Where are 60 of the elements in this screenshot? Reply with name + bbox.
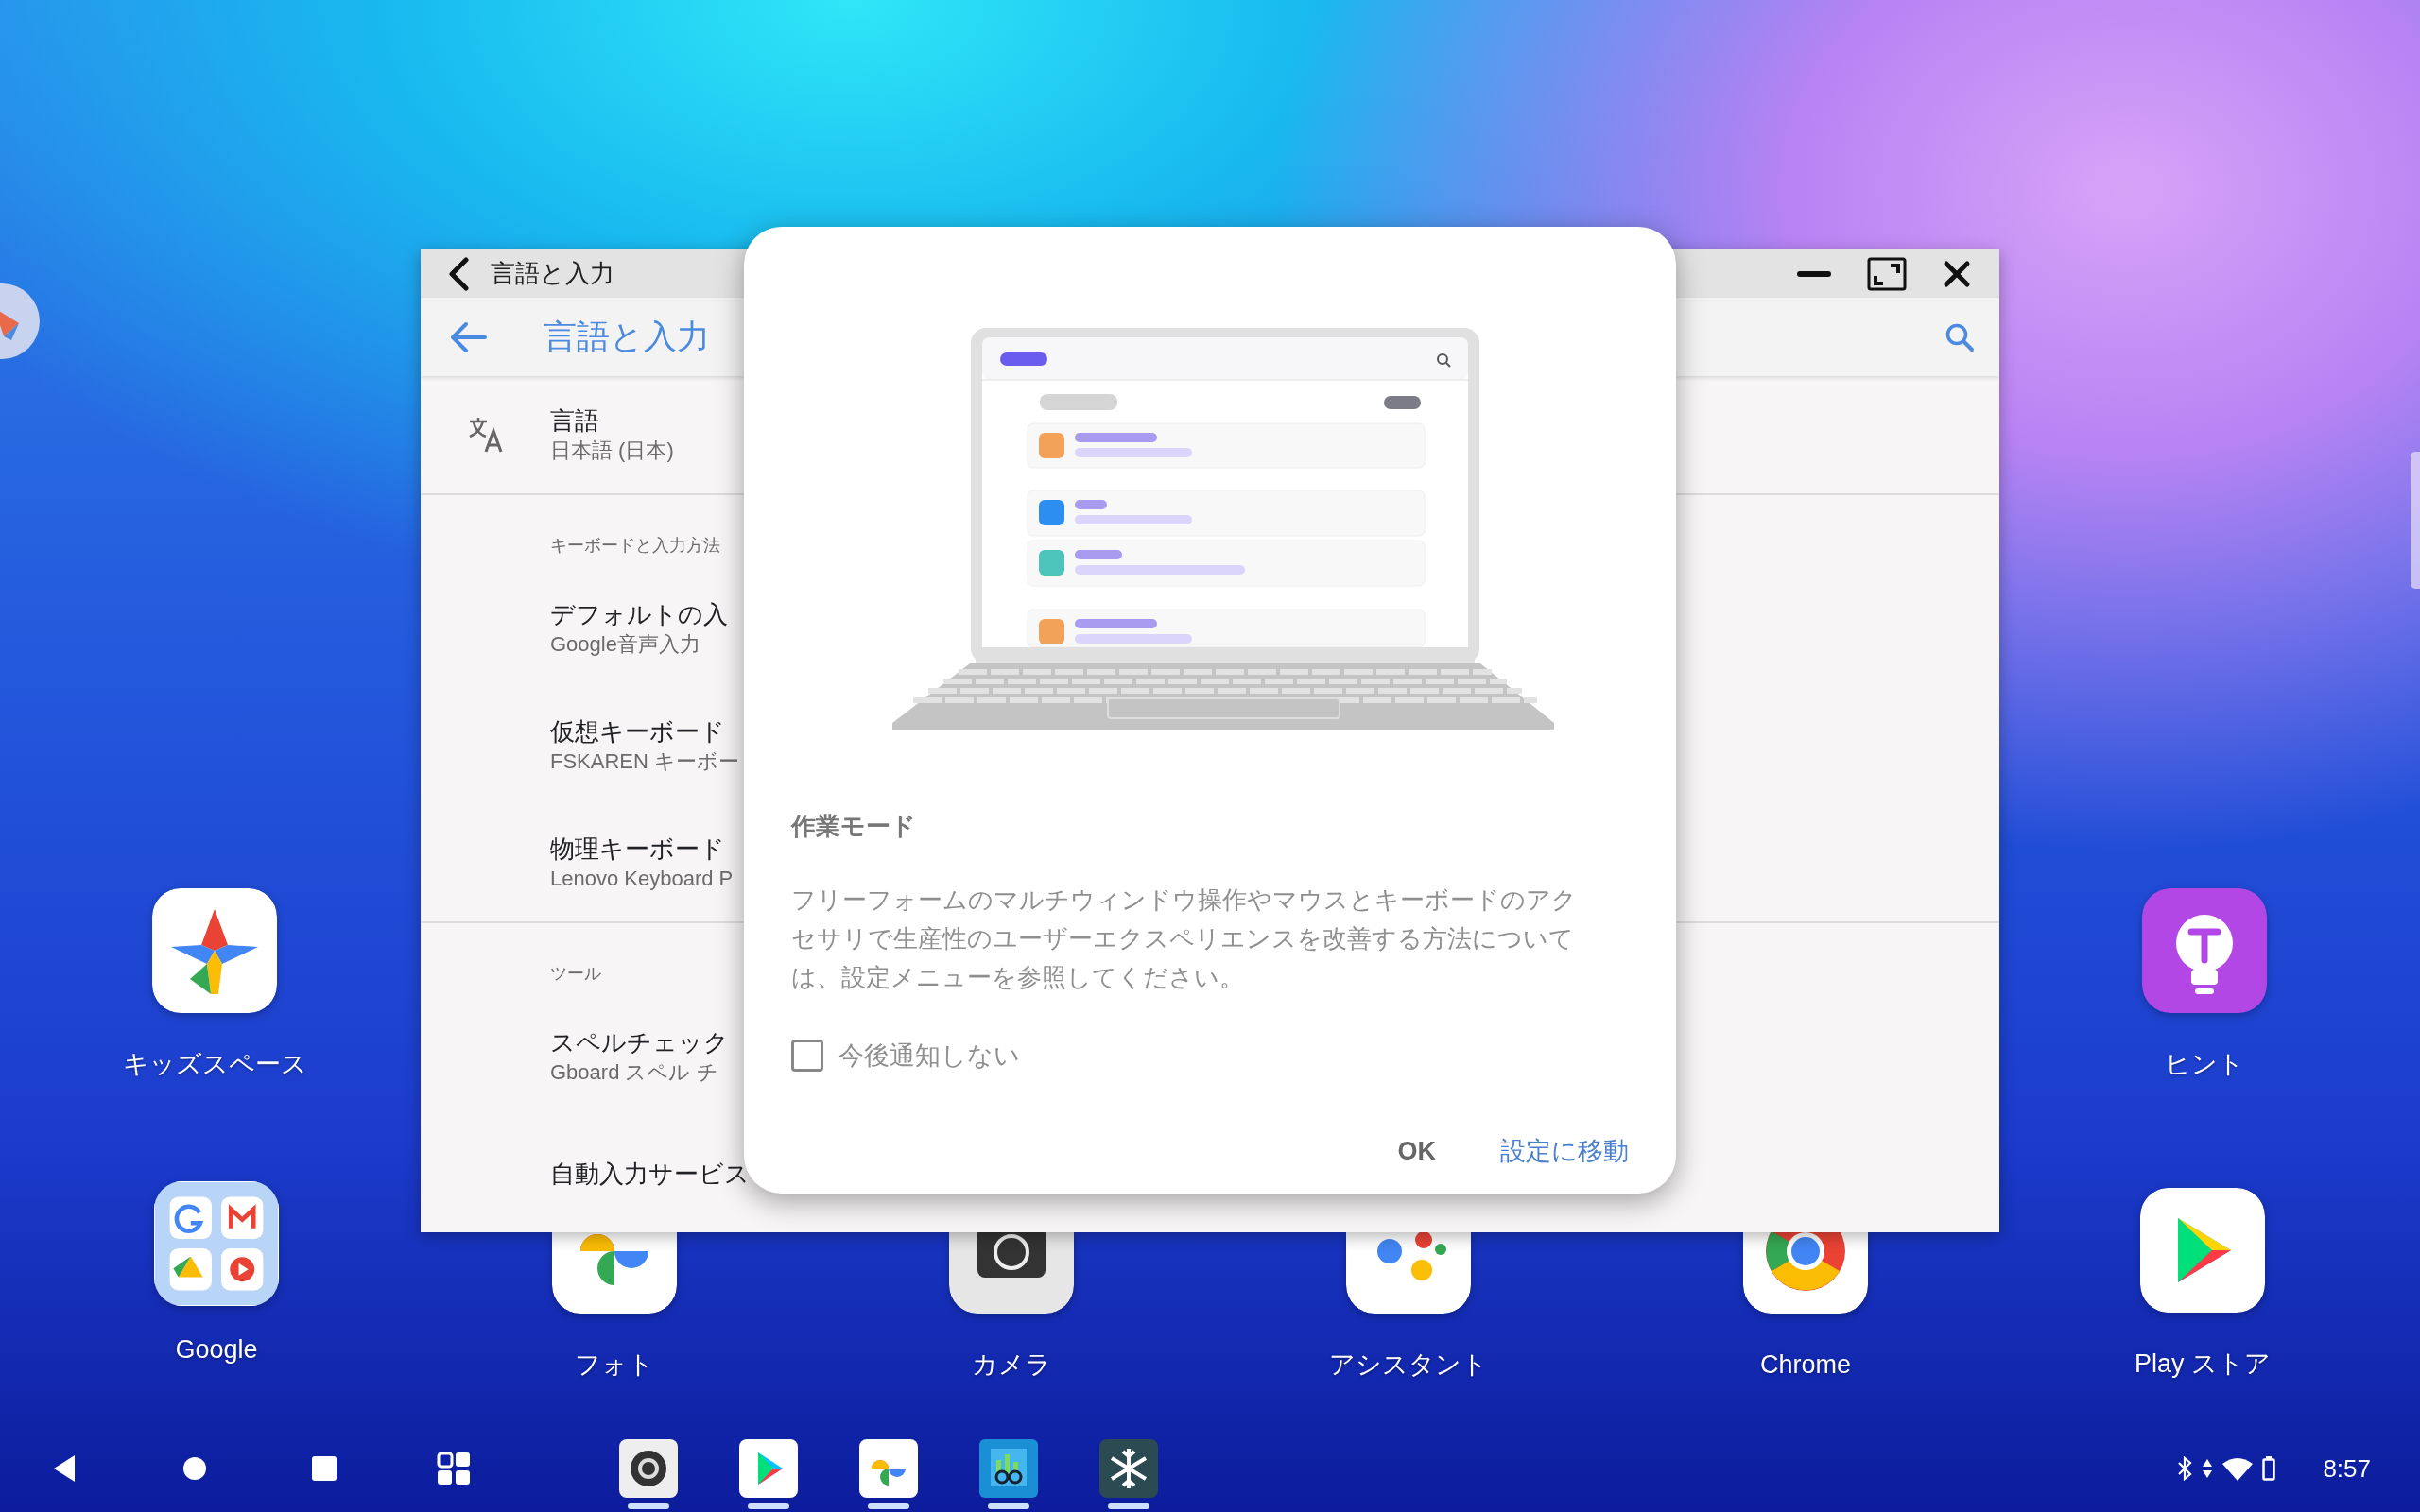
- app-label: フォト: [575, 1349, 654, 1381]
- browser-app-icon[interactable]: [1743, 1232, 1868, 1314]
- running-indicator: [1107, 1503, 1150, 1509]
- back-chevron-icon[interactable]: [447, 256, 470, 291]
- wifi-icon: [2222, 1456, 2254, 1481]
- item-title: 物理キーボード: [550, 833, 726, 865]
- minimize-icon[interactable]: [1797, 268, 1831, 279]
- lightbulb-app-icon[interactable]: [2142, 888, 2267, 1013]
- app-label: Google: [175, 1334, 258, 1366]
- go-to-settings-button[interactable]: 設定に移動: [1500, 1124, 1629, 1177]
- app-label: ヒント: [2165, 1049, 2244, 1080]
- kids-space-app-icon[interactable]: [152, 888, 277, 1013]
- item-subtitle: 日本語 (日本): [550, 438, 674, 464]
- snowflake-app-icon[interactable]: [1098, 1439, 1158, 1498]
- floating-bubble-icon[interactable]: [0, 282, 42, 361]
- item-title: 仮想キーボード: [550, 716, 726, 747]
- item-subtitle: Google音声入力: [550, 631, 701, 658]
- app-bar-title: 言語と入力: [544, 317, 710, 357]
- search-icon[interactable]: [1945, 321, 1975, 352]
- item-subtitle: Lenovo Keyboard P: [550, 866, 734, 892]
- maximize-icon[interactable]: [1867, 256, 1907, 291]
- battery-icon: [2262, 1456, 2276, 1481]
- chart-glasses-app-icon[interactable]: [978, 1439, 1038, 1498]
- item-title: 言語: [550, 405, 600, 437]
- item-title: スペルチェック: [550, 1027, 729, 1058]
- gear-app-icon[interactable]: [618, 1439, 678, 1498]
- close-icon[interactable]: [1943, 259, 1971, 288]
- section-header: ツール: [550, 963, 601, 985]
- checkbox-label: 今後通知しない: [838, 1040, 1020, 1072]
- checkbox[interactable]: [791, 1040, 823, 1073]
- pinwheel-app-icon[interactable]: [858, 1439, 918, 1498]
- running-indicator: [987, 1503, 1029, 1509]
- running-indicator: [747, 1503, 789, 1509]
- clock-time: 8:57: [2323, 1452, 2371, 1485]
- item-subtitle: FSKAREN キーボー: [550, 748, 740, 775]
- app-folder-icon[interactable]: [154, 1181, 279, 1306]
- triangle-app-icon[interactable]: [738, 1439, 798, 1498]
- item-subtitle: Gboard スペル チ: [550, 1059, 719, 1086]
- app-label: アシスタント: [1329, 1349, 1488, 1381]
- app-label: Chrome: [1760, 1349, 1851, 1381]
- running-indicator: [627, 1503, 669, 1509]
- bluetooth-icon: [2177, 1456, 2193, 1481]
- window-title: 言語と入力: [491, 258, 614, 290]
- app-label: カメラ: [972, 1349, 1051, 1381]
- app-label: キッズスペース: [122, 1049, 307, 1080]
- edge-handle[interactable]: [2411, 452, 2420, 589]
- dialog-title: 作業モード: [791, 811, 916, 842]
- app-label: Play ストア: [2135, 1349, 2271, 1380]
- settings-item[interactable]: 言語 日本語 (日本): [421, 376, 1999, 493]
- item-title: デフォルトの入: [550, 599, 728, 630]
- section-header: キーボードと入力方法: [550, 535, 720, 557]
- data-arrows-icon: [2202, 1457, 2214, 1480]
- pinwheel-app-icon[interactable]: [552, 1232, 677, 1314]
- running-indicator: [867, 1503, 909, 1509]
- ok-button[interactable]: OK: [1397, 1124, 1436, 1177]
- dialog-message: フリーフォームのマルチウィンドウ操作やマウスとキーボードのアクセサリで生産性のユーザーエクスペリエンスを改善する方法については、設定メニューを参照してください。: [791, 885, 1578, 993]
- back-arrow-icon[interactable]: [449, 320, 487, 353]
- camera-app-icon[interactable]: [949, 1232, 1074, 1314]
- four-dots-app-icon[interactable]: [1346, 1232, 1471, 1314]
- triangle-app-icon[interactable]: [2140, 1188, 2265, 1313]
